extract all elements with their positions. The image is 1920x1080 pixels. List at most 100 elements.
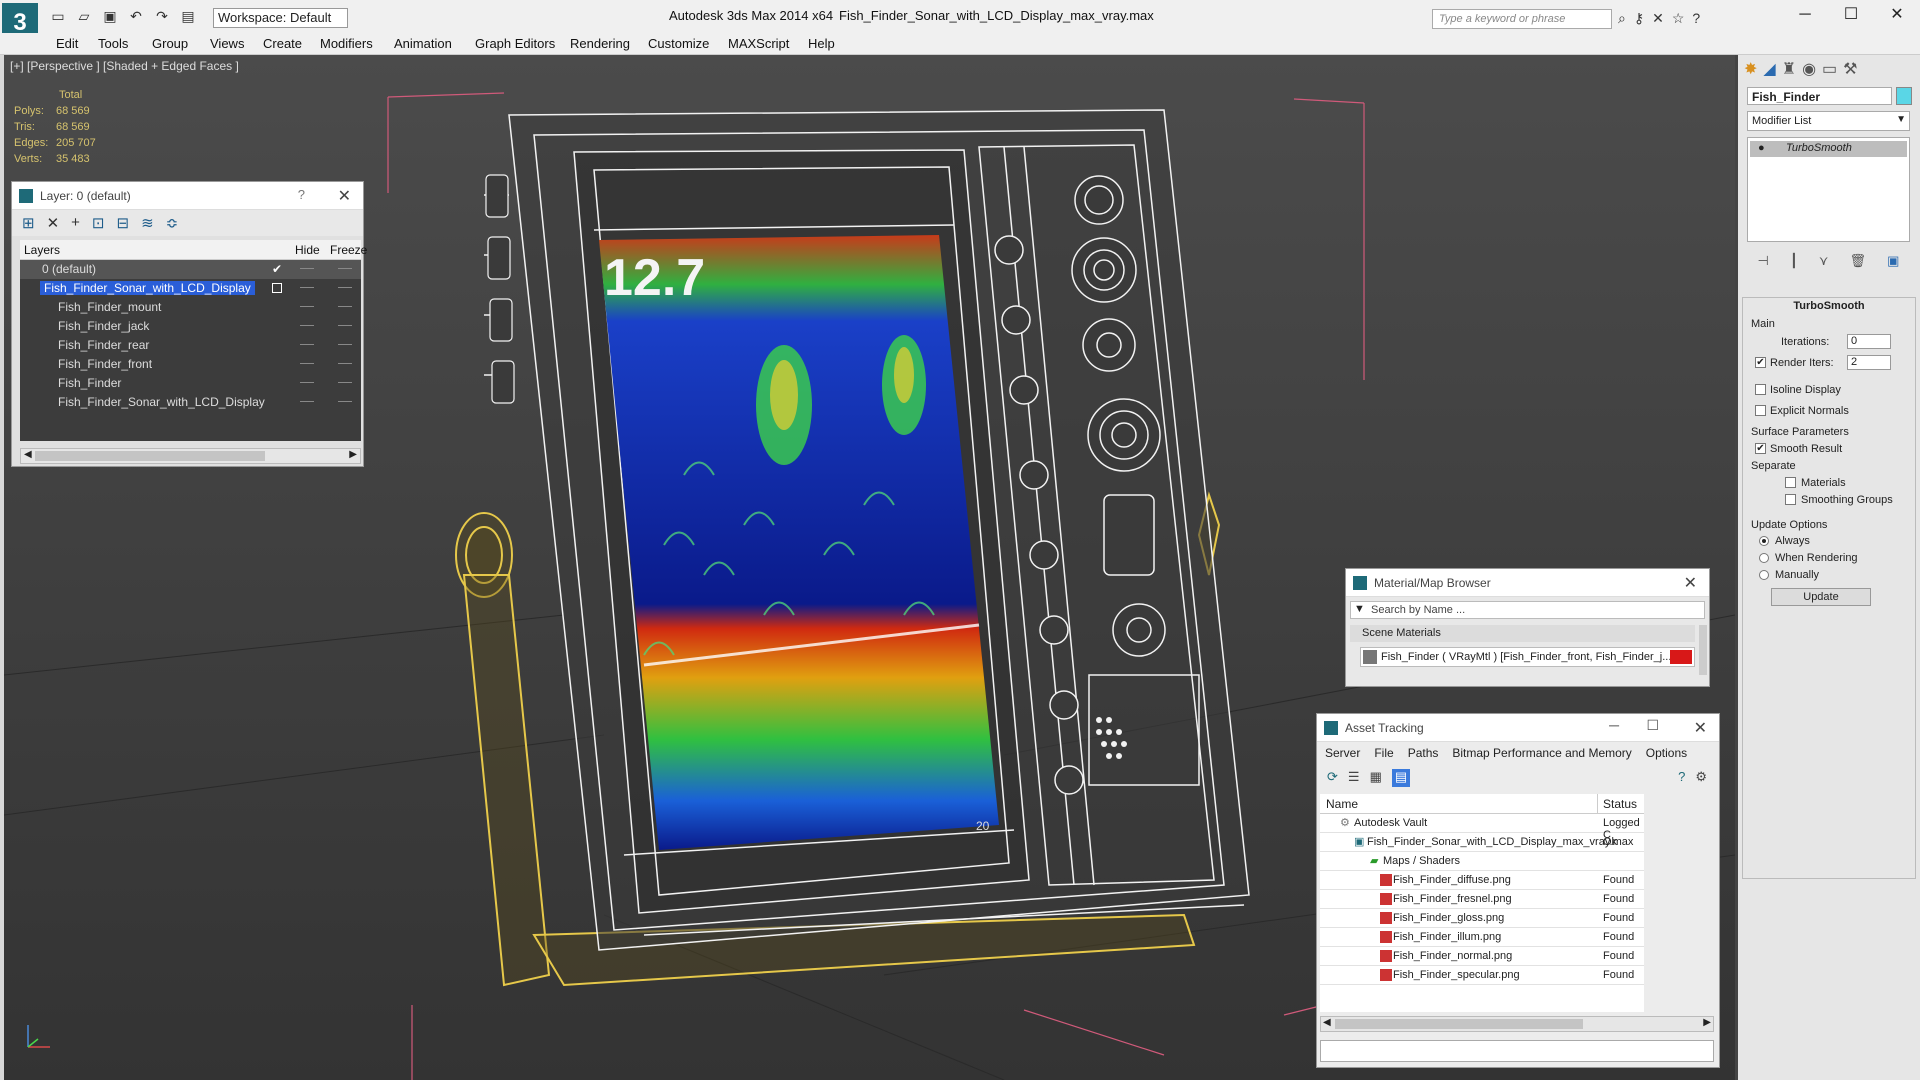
menu-graph-editors[interactable]: Graph Editors	[475, 36, 555, 51]
delete-layer-icon[interactable]: ✕	[47, 214, 60, 232]
menu-animation[interactable]: Animation	[394, 36, 452, 51]
menu-tools[interactable]: Tools	[98, 36, 128, 51]
help-icon[interactable]: ?	[1692, 10, 1700, 27]
layer-row[interactable]: Fish_Finder	[20, 374, 361, 393]
show-end-result-icon[interactable]: ┃	[1790, 253, 1798, 271]
list-view-icon[interactable]: ☰	[1348, 769, 1360, 787]
layer-row[interactable]: 0 (default) ✔	[20, 260, 361, 279]
hide-toggle[interactable]	[300, 268, 314, 269]
close-icon[interactable]: ✕	[1694, 718, 1707, 738]
hide-toggle[interactable]	[300, 401, 314, 402]
stack-item-turbosmooth[interactable]: ● TurboSmooth	[1750, 141, 1907, 157]
new-file-icon[interactable]: ▭	[48, 8, 68, 24]
material-browser-titlebar[interactable]: Material/Map Browser ✕	[1346, 569, 1709, 597]
freeze-all-icon[interactable]: ≎	[166, 214, 179, 232]
binoculars-icon[interactable]: ⌕	[1618, 10, 1626, 27]
object-color-swatch[interactable]	[1896, 87, 1912, 105]
manually-radio[interactable]	[1759, 570, 1769, 580]
scroll-left-icon[interactable]: ◀	[24, 449, 32, 460]
col-status[interactable]: Status	[1603, 797, 1637, 811]
open-file-icon[interactable]: ▱	[74, 8, 94, 24]
project-icon[interactable]: ▤	[178, 8, 198, 24]
menu-group[interactable]: Group	[152, 36, 188, 51]
render-iters-spinner[interactable]: 2	[1847, 355, 1891, 370]
menu-bitmap-performance[interactable]: Bitmap Performance and Memory	[1452, 746, 1631, 760]
asset-row[interactable]: Fish_Finder_illum.png Found	[1320, 928, 1644, 947]
menu-edit[interactable]: Edit	[56, 36, 78, 51]
asset-tracking-titlebar[interactable]: Asset Tracking ─ ☐ ✕	[1317, 714, 1719, 742]
select-objects-icon[interactable]: ⊡	[92, 214, 105, 232]
menu-server[interactable]: Server	[1325, 746, 1360, 760]
render-iters-checkbox[interactable]: ✔	[1755, 357, 1766, 368]
make-unique-icon[interactable]: ⋎	[1819, 253, 1829, 271]
filter-icon[interactable]: ▼	[1354, 603, 1365, 615]
menu-views[interactable]: Views	[210, 36, 244, 51]
layer-row[interactable]: Fish_Finder_mount	[20, 298, 361, 317]
asset-row[interactable]: Fish_Finder_diffuse.png Found	[1320, 871, 1644, 890]
asset-list-scrollbar[interactable]: ◀ ▶	[1320, 1016, 1714, 1032]
hierarchy-tab-icon[interactable]: ♜	[1782, 59, 1796, 79]
modify-tab-icon[interactable]: ◢	[1763, 59, 1775, 79]
help-icon[interactable]: ?	[1678, 769, 1685, 787]
asset-row[interactable]: ▰ Maps / Shaders	[1320, 852, 1644, 871]
update-button[interactable]: Update	[1771, 588, 1871, 606]
menu-paths[interactable]: Paths	[1408, 746, 1439, 760]
close-icon[interactable]: ✕	[1684, 573, 1697, 593]
table-view-icon[interactable]: ▤	[1391, 769, 1411, 787]
layer-list-scrollbar[interactable]: ◀ ▶	[20, 448, 361, 464]
layer-row[interactable]: Fish_Finder_jack	[20, 317, 361, 336]
checkmark-icon[interactable]: ✔	[272, 262, 282, 276]
freeze-toggle[interactable]	[338, 287, 352, 288]
create-tab-icon[interactable]: ✸	[1744, 59, 1757, 79]
asset-row[interactable]: Fish_Finder_gloss.png Found	[1320, 909, 1644, 928]
iterations-spinner[interactable]: 0	[1847, 334, 1891, 349]
minimize-icon[interactable]: ─	[1782, 0, 1828, 32]
material-search-input[interactable]: Search by Name ...	[1371, 604, 1465, 616]
freeze-toggle[interactable]	[338, 382, 352, 383]
asset-row[interactable]: Fish_Finder_fresnel.png Found	[1320, 890, 1644, 909]
save-icon[interactable]: ▣	[100, 8, 120, 24]
scroll-left-icon[interactable]: ◀	[1323, 1017, 1331, 1028]
explicit-normals-checkbox[interactable]	[1755, 405, 1766, 416]
close-icon[interactable]: ✕	[1874, 0, 1920, 32]
exchange-icon[interactable]: ✕	[1652, 10, 1664, 27]
help-icon[interactable]: ?	[298, 187, 305, 202]
when-rendering-radio[interactable]	[1759, 553, 1769, 563]
lightbulb-icon[interactable]: ●	[1758, 142, 1765, 154]
viewport-label[interactable]: [+] [Perspective ] [Shaded + Edged Faces…	[10, 59, 239, 73]
freeze-toggle[interactable]	[338, 306, 352, 307]
materials-checkbox[interactable]	[1785, 477, 1796, 488]
hide-toggle[interactable]	[300, 363, 314, 364]
freeze-toggle[interactable]	[338, 325, 352, 326]
key-icon[interactable]: ⚷	[1634, 10, 1644, 27]
hide-toggle[interactable]	[300, 325, 314, 326]
layer-row[interactable]: Fish_Finder_Sonar_with_LCD_Display	[20, 393, 361, 412]
thumbnail-view-icon[interactable]: ▦	[1370, 769, 1382, 787]
col-name[interactable]: Name	[1326, 797, 1358, 811]
refresh-icon[interactable]: ⟳	[1327, 769, 1338, 787]
minimize-icon[interactable]: ─	[1609, 717, 1619, 733]
new-layer-icon[interactable]: ⊞	[22, 214, 35, 232]
material-list-scrollbar[interactable]	[1699, 625, 1707, 675]
close-icon[interactable]: ✕	[338, 186, 351, 206]
menu-customize[interactable]: Customize	[648, 36, 709, 51]
hide-toggle[interactable]	[300, 382, 314, 383]
isoline-checkbox[interactable]	[1755, 384, 1766, 395]
smoothing-groups-checkbox[interactable]	[1785, 494, 1796, 505]
menu-help[interactable]: Help	[808, 36, 835, 51]
workspace-dropdown[interactable]: Workspace: Default	[213, 8, 348, 28]
rollout-title[interactable]: TurboSmooth	[1743, 298, 1915, 314]
vault-icon[interactable]: ⚙	[1695, 769, 1707, 787]
hide-all-icon[interactable]: ≋	[141, 214, 154, 232]
pin-stack-icon[interactable]: ⊣	[1758, 253, 1769, 271]
keyword-search-input[interactable]: Type a keyword or phrase	[1432, 9, 1612, 29]
asset-path-field[interactable]	[1320, 1040, 1714, 1062]
menu-file[interactable]: File	[1374, 746, 1393, 760]
col-freeze[interactable]: Freeze	[330, 243, 367, 257]
menu-rendering[interactable]: Rendering	[570, 36, 630, 51]
menu-options[interactable]: Options	[1646, 746, 1687, 760]
menu-modifiers[interactable]: Modifiers	[320, 36, 373, 51]
col-layers[interactable]: Layers	[24, 243, 60, 257]
material-list-item[interactable]: Fish_Finder ( VRayMtl ) [Fish_Finder_fro…	[1360, 647, 1695, 667]
layer-panel-titlebar[interactable]: Layer: 0 (default) ? ✕	[12, 182, 363, 210]
